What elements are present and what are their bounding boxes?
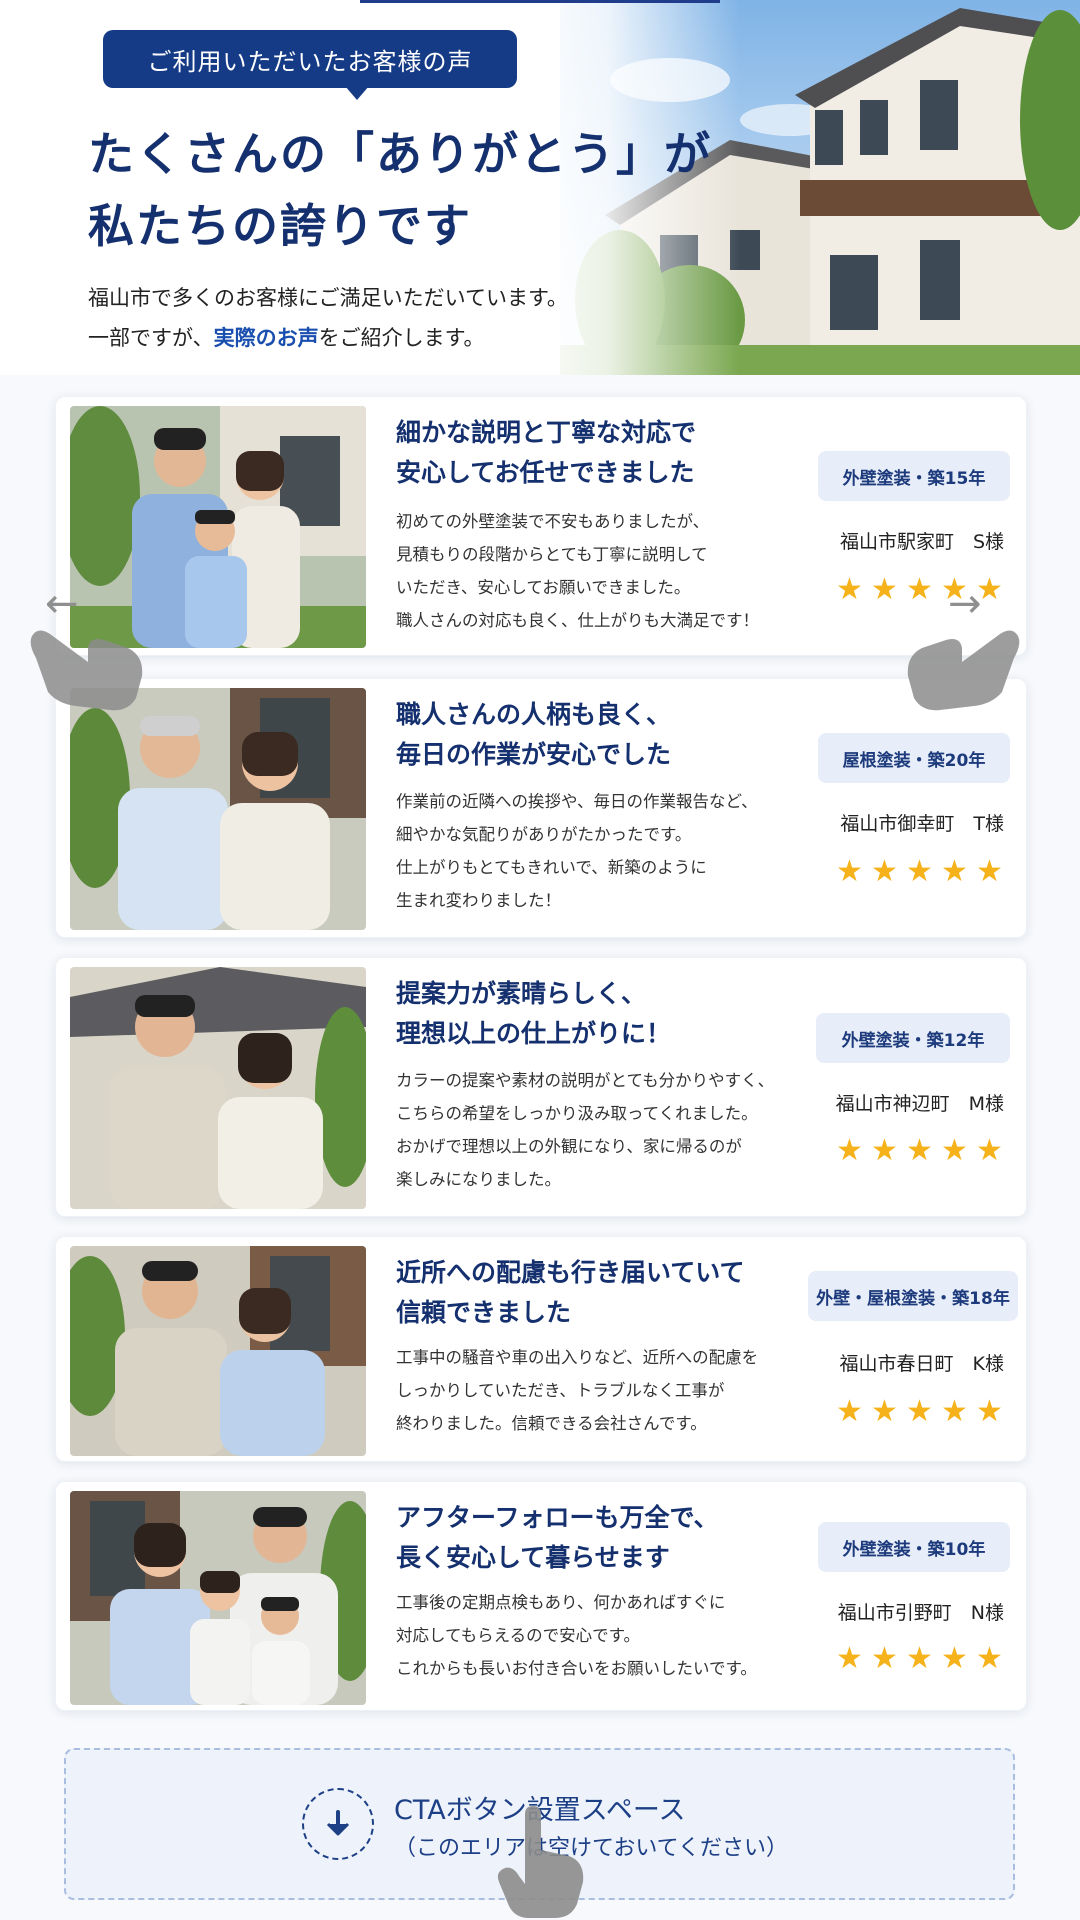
rating-stars: ★ ★ ★ ★ ★ (835, 1644, 1004, 1674)
star-icon: ★ (906, 1133, 933, 1168)
review-text: 工事中の騒音や車の出入りなど、近所への配慮を しっかりしていただき、トラブルなく… (396, 1348, 759, 1433)
customer-family-photo (70, 688, 366, 930)
service-tag: 外壁塗装・築12年 (816, 1013, 1010, 1063)
customer-location: 福山市御幸町 T様 (840, 813, 1004, 835)
review-card[interactable]: 近所への配慮も行き届いていて 信頼できました 工事中の騒音や車の出入りなど、近所… (55, 1236, 1027, 1462)
pointing-hand-icon (892, 618, 1022, 722)
customer-location: 福山市駅家町 S様 (839, 531, 1004, 553)
star-icon: ★ (941, 1394, 968, 1429)
review-text: 作業前の近隣への挨拶や、毎日の作業報告など、 細やかな気配りがありがたかったです… (396, 792, 758, 910)
service-tag: 外壁塗装・築15年 (818, 451, 1010, 501)
star-icon: ★ (941, 1641, 968, 1676)
page-title-line-1: たくさんの「ありがとう」が (88, 127, 712, 181)
pointing-hand-icon (28, 618, 148, 718)
customer-family-photo (70, 406, 366, 648)
star-icon: ★ (941, 854, 968, 889)
customer-location: 福山市春日町 K様 (839, 1353, 1004, 1375)
review-title: 近所への配慮も行き届いていて 信頼できました (396, 1258, 745, 1327)
star-icon: ★ (906, 854, 933, 889)
arrow-down-circle-icon (302, 1788, 374, 1860)
review-card[interactable]: 提案力が素晴らしく、 理想以上の仕上がりに！ カラーの提案や素材の説明がとても分… (55, 957, 1027, 1217)
page-title: たくさんの「ありがとう」が 私たちの誇りです (88, 118, 712, 262)
review-card[interactable]: アフターフォローも万全で、 長く安心して暮らせます 工事後の定期点検もあり、何か… (55, 1481, 1027, 1711)
review-card[interactable]: 細かな説明と丁寧な対応で 安心してお任せできました 初めての外壁塗装で不安もあり… (55, 396, 1027, 656)
star-icon: ★ (871, 572, 898, 607)
star-icon: ★ (906, 1394, 933, 1429)
star-icon: ★ (871, 1133, 898, 1168)
star-icon: ★ (906, 572, 933, 607)
review-text: 工事後の定期点検もあり、何かあればすぐに 対応してもらえるので安心です。 これか… (396, 1593, 757, 1678)
cta-subtitle: （このエリアは空けておいてください） (394, 1836, 789, 1861)
star-icon: ★ (871, 1394, 898, 1429)
page-title-line-2: 私たちの誇りです (88, 199, 472, 253)
service-tag: 屋根塗装・築20年 (818, 733, 1010, 783)
service-tag: 外壁・屋根塗装・築18年 (808, 1271, 1018, 1321)
review-title: アフターフォローも万全で、 長く安心して暮らせます (396, 1503, 719, 1572)
review-text: 初めての外壁塗装で不安もありましたが、 見積もりの段階からとても丁寧に説明して … (396, 512, 759, 630)
star-icon: ★ (976, 1641, 1003, 1676)
review-card[interactable]: 職人さんの人柄も良く、 毎日の作業が安心でした 作業前の近隣への挨拶や、毎日の作… (55, 678, 1027, 938)
star-icon: ★ (836, 854, 863, 889)
review-text: カラーの提案や素材の説明がとても分かりやすく、 こちらの希望をしっかり汲み取って… (396, 1071, 775, 1189)
customer-location: 福山市神辺町 M様 (835, 1093, 1004, 1115)
star-icon: ★ (976, 854, 1003, 889)
service-tag: 外壁塗装・築10年 (818, 1522, 1010, 1572)
star-icon: ★ (976, 1133, 1003, 1168)
star-icon: ★ (871, 1641, 898, 1676)
highlight-text: 実際のお声 (213, 326, 319, 350)
star-icon: ★ (871, 854, 898, 889)
customer-family-photo (70, 967, 366, 1209)
star-icon: ★ (836, 1641, 863, 1676)
star-icon: ★ (836, 572, 863, 607)
review-title: 細かな説明と丁寧な対応で 安心してお任せできました (396, 418, 697, 487)
review-title: 職人さんの人柄も良く、 毎日の作業が安心でした (396, 700, 672, 769)
customer-location: 福山市引野町 N様 (837, 1602, 1004, 1624)
rating-stars: ★ ★ ★ ★ ★ (835, 1136, 1004, 1166)
rating-stars: ★ ★ ★ ★ ★ (835, 857, 1004, 887)
star-icon: ★ (836, 1133, 863, 1168)
pointing-hand-icon (495, 1806, 587, 1920)
customer-family-photo (70, 1246, 366, 1456)
section-badge: ご利用いただいたお客様の声 (103, 30, 517, 88)
star-icon: ★ (906, 1641, 933, 1676)
hero-section: ご利用いただいたお客様の声 たくさんの「ありがとう」が 私たちの誇りです 福山市… (0, 0, 1080, 375)
hero-subtitle: 福山市で多くのお客様にご満足いただいています。 一部ですが、実際のお声をご紹介し… (88, 286, 568, 350)
review-title: 提案力が素晴らしく、 理想以上の仕上がりに！ (396, 979, 672, 1048)
star-icon: ★ (976, 1394, 1003, 1429)
star-icon: ★ (836, 1394, 863, 1429)
rating-stars: ★ ★ ★ ★ ★ (835, 1397, 1004, 1427)
star-icon: ★ (941, 1133, 968, 1168)
customer-family-photo (70, 1491, 366, 1705)
